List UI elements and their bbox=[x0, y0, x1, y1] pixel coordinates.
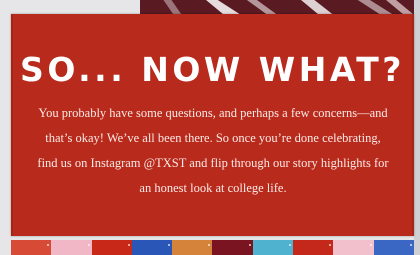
stripe-segment bbox=[373, 240, 414, 255]
page: SO... NOW WHAT? You probably have some q… bbox=[0, 0, 420, 255]
stripe-segment bbox=[131, 240, 173, 255]
promo-card: SO... NOW WHAT? You probably have some q… bbox=[11, 14, 414, 236]
card-headline: SO... NOW WHAT? bbox=[20, 50, 405, 89]
stripe-segment bbox=[11, 240, 52, 255]
stripe-segment bbox=[293, 240, 334, 255]
stripe-segment bbox=[172, 240, 213, 255]
stripe-segment bbox=[51, 240, 92, 255]
decorative-color-stripe bbox=[11, 240, 414, 255]
stripe-segment bbox=[212, 240, 253, 255]
stripe-segment bbox=[91, 240, 132, 255]
card-body-text: You probably have some questions, and pe… bbox=[37, 106, 389, 195]
stripe-segment bbox=[252, 240, 294, 255]
stripe-segment bbox=[333, 240, 374, 255]
page-edge bbox=[414, 0, 420, 255]
